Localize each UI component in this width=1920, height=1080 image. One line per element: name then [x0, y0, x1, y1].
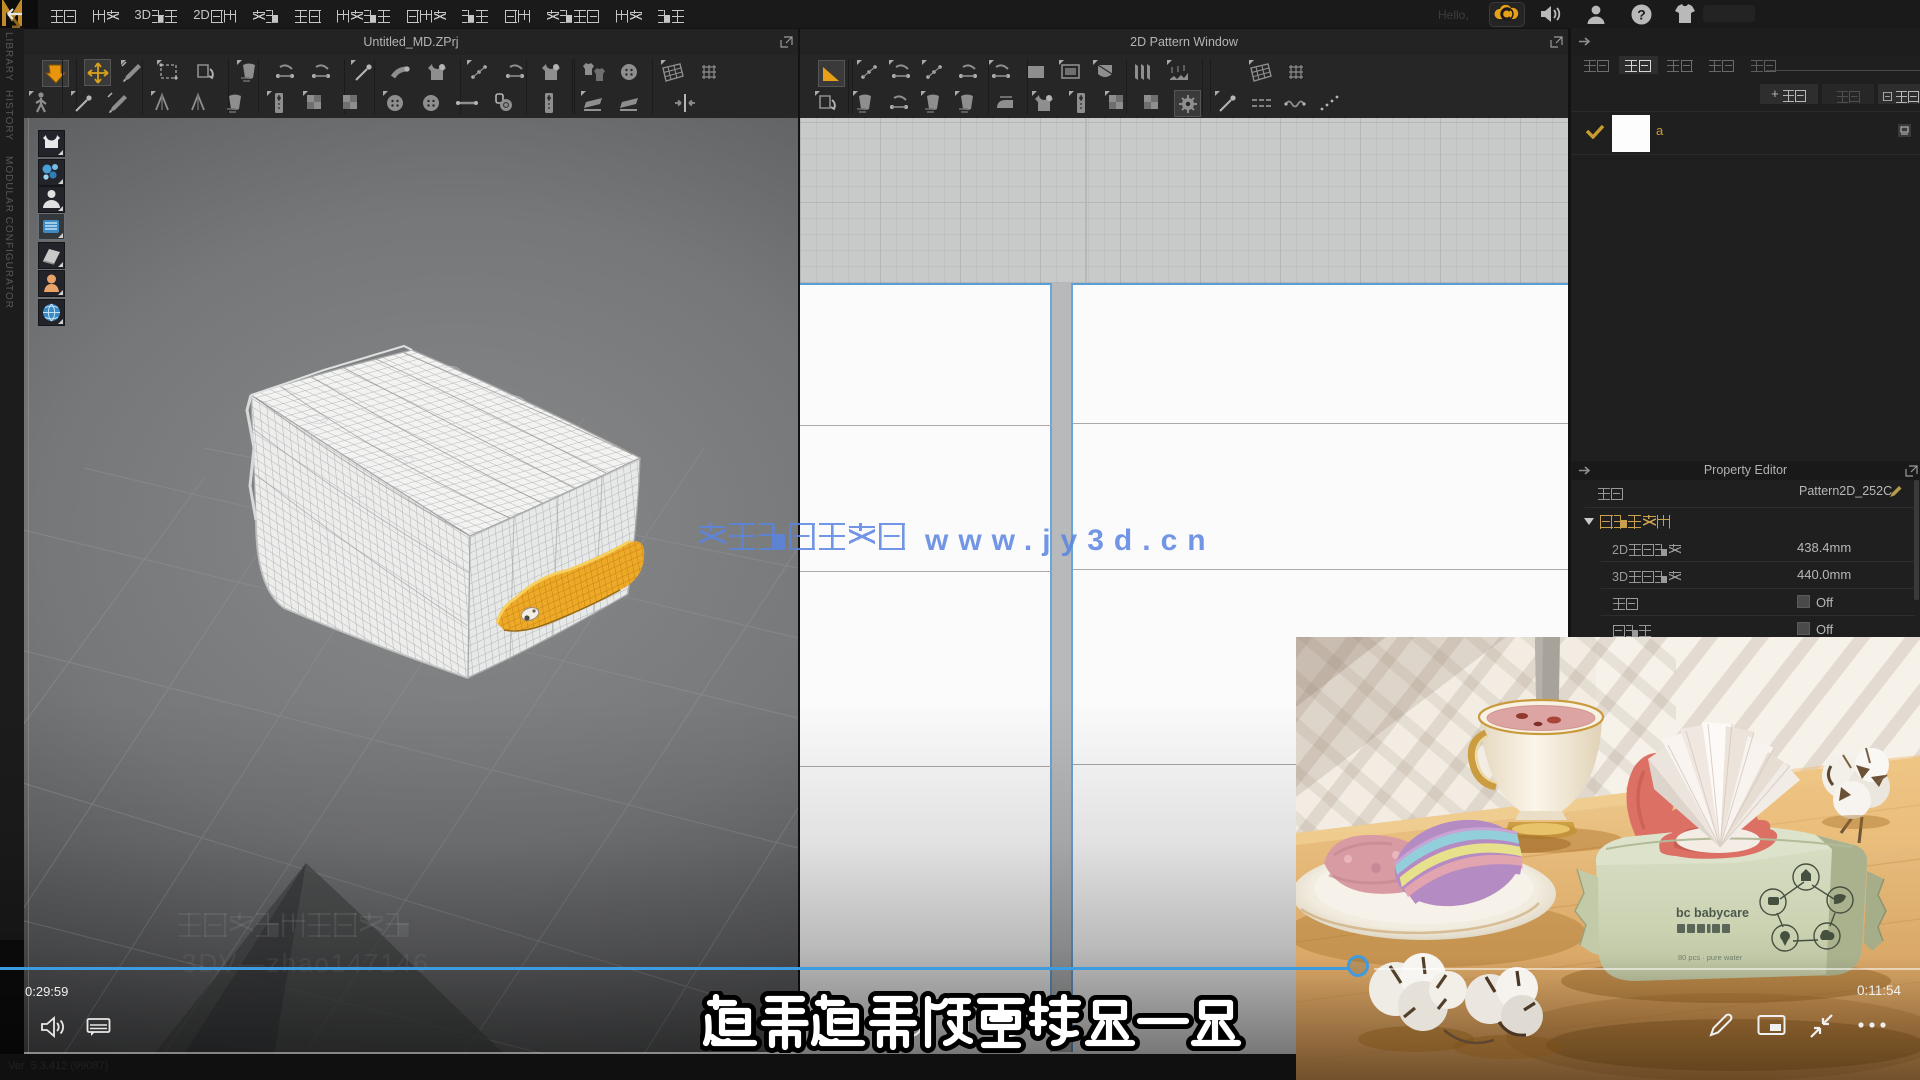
- svg-text:bc babycare: bc babycare: [1676, 906, 1749, 920]
- svg-text:?: ?: [1637, 7, 1646, 23]
